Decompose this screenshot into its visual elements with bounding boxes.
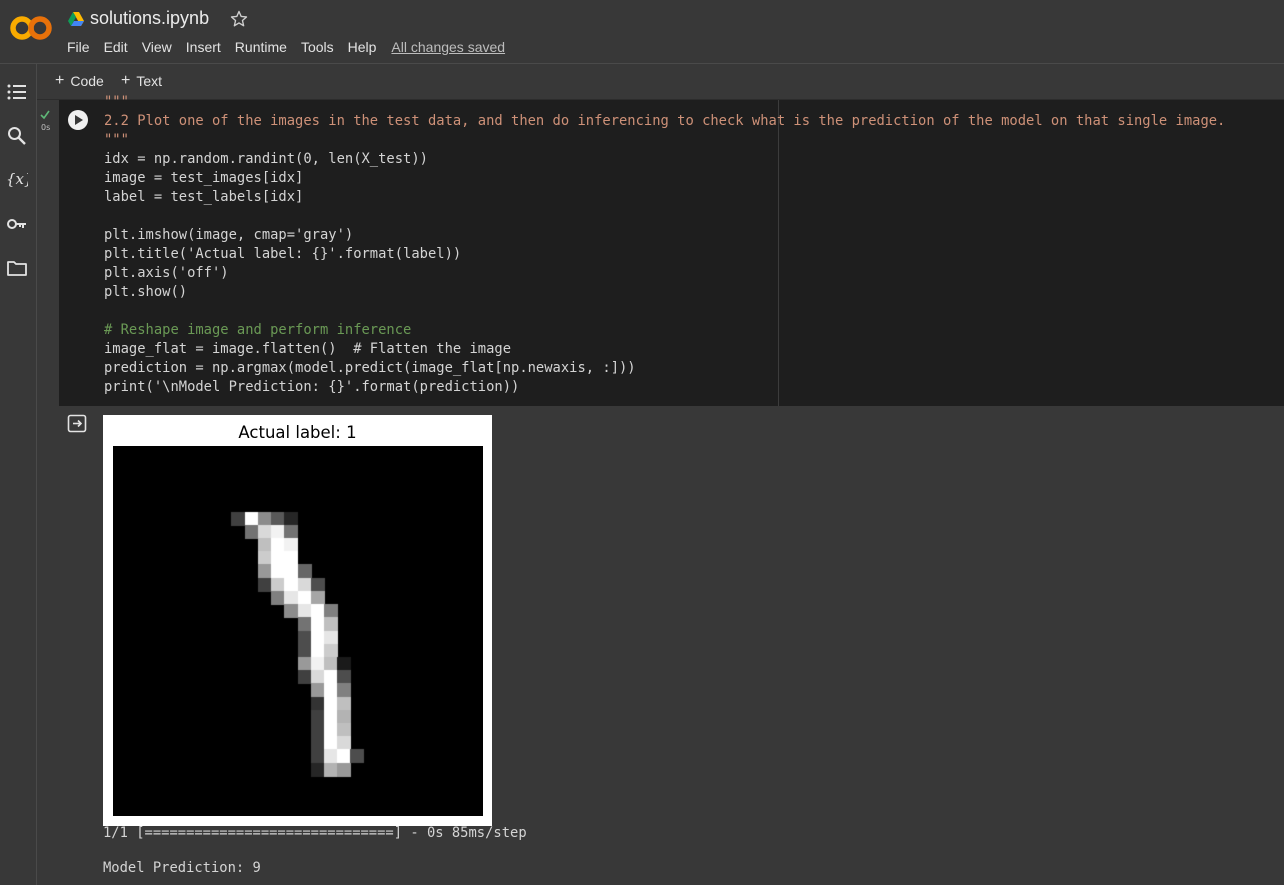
code-line: plt.show()	[104, 284, 188, 300]
menu-tools[interactable]: Tools	[294, 38, 341, 58]
google-drive-icon[interactable]	[68, 11, 84, 27]
star-icon[interactable]	[230, 10, 248, 28]
code-line: """	[104, 94, 129, 110]
left-sidebar: {x}	[0, 64, 37, 885]
code-line: # Reshape image and perform inference	[104, 322, 412, 338]
code-line: plt.imshow(image, cmap='gray')	[104, 227, 354, 243]
menu-help[interactable]: Help	[341, 38, 384, 58]
code-line: print('\nModel Prediction: {}'.format(pr…	[104, 379, 520, 395]
code-line: prediction = np.argmax(model.predict(ima…	[104, 360, 636, 376]
plus-icon: +	[55, 72, 65, 89]
table-of-contents-icon[interactable]	[6, 81, 28, 103]
svg-text:CO: CO	[10, 13, 12, 14]
add-code-label: Code	[70, 73, 104, 89]
secrets-key-icon[interactable]	[6, 213, 28, 235]
add-code-cell-button[interactable]: + Code	[55, 72, 104, 90]
run-cell-button[interactable]	[68, 110, 88, 130]
menu-bar: File Edit View Insert Runtime Tools Help…	[60, 38, 513, 58]
plus-icon: +	[121, 72, 131, 89]
code-line: idx = np.random.randint(0, len(X_test))	[104, 151, 428, 167]
output-actions-icon[interactable]	[67, 414, 89, 434]
top-header: CO solutions.ipynb File Edit View Insert…	[0, 0, 1284, 64]
menu-file[interactable]: File	[60, 38, 97, 58]
variables-icon[interactable]: {x}	[6, 168, 28, 190]
code-line: plt.title('Actual label: {}'.format(labe…	[104, 246, 462, 262]
play-icon	[75, 115, 83, 125]
cell-gutter	[37, 100, 59, 406]
menu-edit[interactable]: Edit	[97, 38, 135, 58]
execution-time: 0s	[41, 123, 51, 132]
add-text-label: Text	[136, 73, 163, 89]
checkmark-icon	[40, 110, 50, 120]
figure-title: Actual label: 1	[238, 423, 357, 442]
files-folder-icon[interactable]	[6, 257, 28, 279]
code-line: image_flat = image.flatten() # Flatten t…	[104, 341, 512, 357]
save-status-link[interactable]: All changes saved	[383, 38, 513, 58]
progress-output: 1/1 [==============================] - 0…	[103, 825, 527, 841]
code-line: """	[104, 132, 129, 148]
menu-runtime[interactable]: Runtime	[228, 38, 294, 58]
code-line: label = test_labels[idx]	[104, 189, 304, 205]
matplotlib-figure: Actual label: 1	[103, 415, 492, 826]
colab-logo[interactable]: CO	[10, 13, 52, 43]
search-icon[interactable]	[6, 125, 28, 147]
mnist-digit-image	[113, 446, 483, 816]
menu-insert[interactable]: Insert	[179, 38, 228, 58]
prediction-output: Model Prediction: 9	[103, 860, 261, 876]
svg-text:{x}: {x}	[6, 170, 28, 188]
notebook-title[interactable]: solutions.ipynb	[90, 8, 209, 29]
add-text-cell-button[interactable]: + Text	[121, 72, 163, 90]
code-line: image = test_images[idx]	[104, 170, 304, 186]
menu-view[interactable]: View	[135, 38, 179, 58]
code-text[interactable]: """ 2.2 Plot one of the images in the te…	[104, 93, 1225, 397]
code-line: plt.axis('off')	[104, 265, 229, 281]
code-line: 2.2 Plot one of the images in the test d…	[104, 113, 1226, 129]
